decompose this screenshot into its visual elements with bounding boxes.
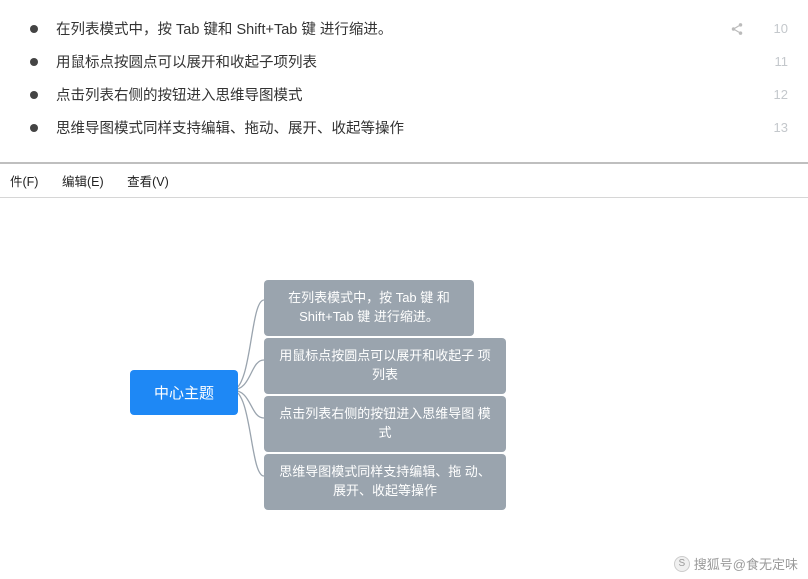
list-item[interactable]: 在列表模式中，按 Tab 键和 Shift+Tab 键 进行缩进。 10 [30,12,788,45]
mindmap-child-node[interactable]: 思维导图模式同样支持编辑、拖 动、展开、收起等操作 [264,454,506,510]
bullet-icon[interactable] [30,91,38,99]
menu-view[interactable]: 查看(V) [117,169,179,192]
share-icon[interactable] [730,22,744,36]
list-item[interactable]: 点击列表右侧的按钮进入思维导图模式 12 [30,78,788,111]
mindmap-child-node[interactable]: 在列表模式中，按 Tab 键 和 Shift+Tab 键 进行缩进。 [264,280,474,336]
list-item-text[interactable]: 在列表模式中，按 Tab 键和 Shift+Tab 键 进行缩进。 [56,18,730,39]
mindmap-canvas[interactable]: 中心主题 在列表模式中，按 Tab 键 和 Shift+Tab 键 进行缩进。 … [0,198,808,550]
line-number: 13 [766,120,788,135]
menu-bar: 件(F) 编辑(E) 查看(V) [0,164,808,198]
list-panel: 在列表模式中，按 Tab 键和 Shift+Tab 键 进行缩进。 10 用鼠标… [0,0,808,162]
list-item[interactable]: 用鼠标点按圆点可以展开和收起子项列表 11 [30,45,788,78]
line-number: 12 [766,87,788,102]
line-number: 11 [766,54,788,69]
watermark-text: 搜狐号@食无定味 [694,554,798,573]
list-item[interactable]: 思维导图模式同样支持编辑、拖动、展开、收起等操作 13 [30,111,788,144]
mindmap-child-node[interactable]: 点击列表右侧的按钮进入思维导图 模式 [264,396,506,452]
menu-file[interactable]: 件(F) [0,169,48,192]
list-item-text[interactable]: 点击列表右侧的按钮进入思维导图模式 [56,84,766,105]
mindmap-center-node[interactable]: 中心主题 [130,370,238,415]
watermark: S 搜狐号@食无定味 [674,554,798,573]
bullet-icon[interactable] [30,25,38,33]
list-item-text[interactable]: 思维导图模式同样支持编辑、拖动、展开、收起等操作 [56,117,766,138]
line-number: 10 [766,21,788,36]
bullet-icon[interactable] [30,58,38,66]
sohu-icon: S [674,556,690,572]
list-item-text[interactable]: 用鼠标点按圆点可以展开和收起子项列表 [56,51,766,72]
menu-edit[interactable]: 编辑(E) [52,169,114,192]
mindmap-child-node[interactable]: 用鼠标点按圆点可以展开和收起子 项列表 [264,338,506,394]
bullet-icon[interactable] [30,124,38,132]
